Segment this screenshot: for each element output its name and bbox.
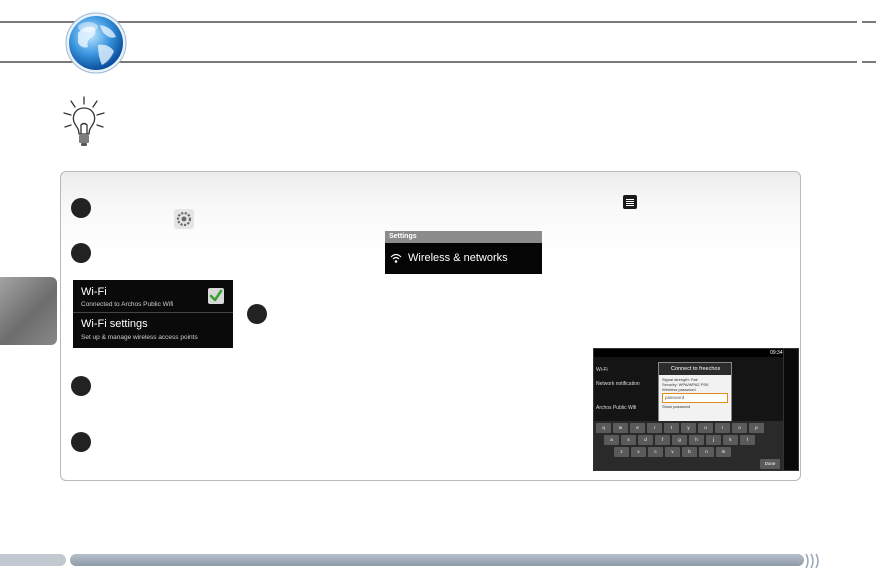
step-bullet-3 bbox=[247, 304, 267, 324]
step-bullet-1 bbox=[71, 198, 91, 218]
keyboard-key: e bbox=[630, 423, 645, 433]
wifi-menu-screenshot: Wi-Fi Connected to Archos Public Wifi Wi… bbox=[73, 280, 233, 348]
keyboard-key: a bbox=[604, 435, 619, 445]
list-notification: Network notification bbox=[596, 381, 640, 387]
keyboard-key: b bbox=[682, 447, 697, 457]
tablet-side-bar bbox=[783, 349, 798, 470]
step-bullet-4 bbox=[71, 376, 91, 396]
keyboard-key: p bbox=[749, 423, 764, 433]
wifi-icon bbox=[390, 253, 402, 263]
keyboard-row-3: zxcvbnm bbox=[614, 447, 731, 457]
wifi-settings-desc: Set up & manage wireless access points bbox=[81, 334, 198, 341]
tablet-password-screenshot: 09:34 Wi-Fi Network notification Archos … bbox=[593, 348, 799, 471]
show-password: Show password bbox=[662, 404, 691, 409]
header-bottom-rule bbox=[0, 61, 857, 63]
key-done: Done bbox=[760, 459, 780, 469]
wireless-networks-item: Wireless & networks bbox=[408, 252, 508, 264]
chapter-side-tab bbox=[0, 277, 57, 345]
list-wifi: Wi-Fi bbox=[596, 367, 608, 373]
checkmark-icon bbox=[209, 289, 223, 302]
keyboard-key: i bbox=[715, 423, 730, 433]
step-bullet-5 bbox=[71, 432, 91, 452]
settings-gear-icon bbox=[174, 209, 194, 229]
keyboard-key: s bbox=[621, 435, 636, 445]
keyboard-key: x bbox=[631, 447, 646, 457]
settings-title: Settings bbox=[385, 231, 542, 243]
keyboard-row-1: qwertyuiop bbox=[596, 423, 764, 433]
keyboard-key: c bbox=[648, 447, 663, 457]
header-top-rule-end bbox=[862, 21, 876, 23]
keyboard-key: j bbox=[706, 435, 721, 445]
keyboard-key: g bbox=[672, 435, 687, 445]
header-top-rule bbox=[0, 21, 857, 23]
keyboard-key: v bbox=[665, 447, 680, 457]
keyboard-key: r bbox=[647, 423, 662, 433]
footer-chevrons-icon bbox=[805, 553, 819, 569]
keyboard-key: n bbox=[699, 447, 714, 457]
keyboard-key: k bbox=[723, 435, 738, 445]
keyboard-key: o bbox=[732, 423, 747, 433]
tablet-status-bar: 09:34 bbox=[594, 349, 784, 357]
menu-icon bbox=[623, 195, 637, 209]
keyboard-key: u bbox=[698, 423, 713, 433]
lightbulb-icon bbox=[63, 96, 105, 146]
wifi-status: Connected to Archos Public Wifi bbox=[81, 301, 174, 308]
settings-screenshot: Settings Wireless & networks bbox=[385, 231, 542, 274]
wireless-password-label: Wireless password bbox=[662, 387, 696, 392]
keyboard-key: f bbox=[655, 435, 670, 445]
keyboard-key: d bbox=[638, 435, 653, 445]
footer-segment-left bbox=[0, 554, 66, 566]
keyboard-key: l bbox=[740, 435, 755, 445]
keyboard-key: w bbox=[613, 423, 628, 433]
list-public: Archos Public Wifi bbox=[596, 405, 637, 411]
wifi-label: Wi-Fi bbox=[81, 286, 107, 298]
footer-bar bbox=[0, 553, 876, 569]
connect-dialog: Connect to freechos Signal strength: Fai… bbox=[658, 362, 732, 422]
keyboard-key: t bbox=[664, 423, 679, 433]
keyboard-key: m bbox=[716, 447, 731, 457]
globe-icon bbox=[65, 12, 127, 74]
keyboard-key: q bbox=[596, 423, 611, 433]
password-field: password bbox=[662, 393, 728, 403]
wifi-settings-label: Wi-Fi settings bbox=[81, 318, 148, 330]
keyboard-key: y bbox=[681, 423, 696, 433]
keyboard-key: z bbox=[614, 447, 629, 457]
header-bottom-rule-end bbox=[862, 61, 876, 63]
keyboard-key: h bbox=[689, 435, 704, 445]
keyboard-row-2: asdfghjkl bbox=[604, 435, 755, 445]
status-time: 09:34 bbox=[770, 350, 783, 356]
dialog-title: Connect to freechos bbox=[659, 363, 731, 375]
wifi-checkbox bbox=[208, 288, 224, 304]
footer-segment-main bbox=[70, 554, 804, 566]
step-bullet-2 bbox=[71, 243, 91, 263]
onscreen-keyboard: qwertyuiop asdfghjkl zxcvbnm Done bbox=[594, 421, 784, 470]
wifi-menu-divider bbox=[73, 312, 233, 313]
